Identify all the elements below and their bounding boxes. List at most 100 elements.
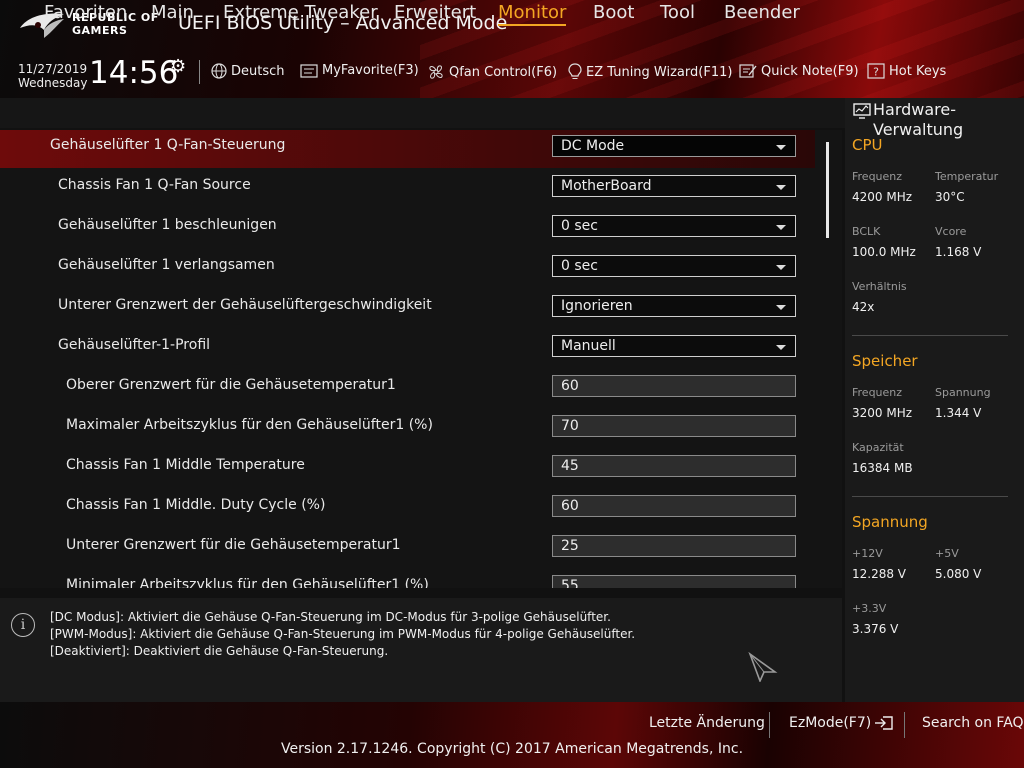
- mem-volt-value: 1.344 V: [935, 406, 982, 420]
- lower-temp-input[interactable]: 25: [552, 535, 796, 557]
- setting-label: Chassis Fan 1 Middle Temperature: [66, 457, 305, 473]
- tab-boot[interactable]: Boot: [593, 2, 634, 23]
- help-line-pwm: [PWM-Modus]: Aktiviert die Gehäuse Q-Fan…: [50, 627, 636, 641]
- voltage-heading: Spannung: [852, 513, 928, 531]
- v5-label: +5V: [935, 547, 959, 560]
- setting-label: Gehäuselüfter 1 beschleunigen: [58, 217, 277, 233]
- middle-temp-input[interactable]: 45: [552, 455, 796, 477]
- question-box-icon: ?: [867, 63, 885, 79]
- setting-row-fan-step-down[interactable]: Gehäuselüfter 1 verlangsamen 0 sec: [0, 250, 815, 288]
- middle-duty-input[interactable]: 60: [552, 495, 796, 517]
- date-display: 11/27/2019 Wednesday: [18, 62, 87, 90]
- tab-erweitert[interactable]: Erweitert: [394, 2, 476, 23]
- v5-value: 5.080 V: [935, 567, 982, 581]
- cpu-freq-label: Frequenz: [852, 170, 903, 183]
- brand-line-2: GAMERS: [72, 24, 128, 37]
- fan-speed-low-limit-dropdown[interactable]: Ignorieren: [552, 295, 796, 317]
- weekday: Wednesday: [18, 76, 88, 90]
- dropdown-value: 0 sec: [561, 218, 598, 234]
- setting-label: Unterer Grenzwert für die Gehäusetempera…: [66, 537, 401, 553]
- setting-row-fan-step-up[interactable]: Gehäuselüfter 1 beschleunigen 0 sec: [0, 210, 815, 248]
- mem-freq-value: 3200 MHz: [852, 406, 913, 420]
- setting-row-lower-temp[interactable]: Unterer Grenzwert für die Gehäusetempera…: [0, 530, 815, 568]
- search-faq-button[interactable]: Search on FAQ: [922, 715, 1024, 731]
- ezmode-button[interactable]: EzMode(F7): [789, 715, 894, 731]
- qfan-control-button[interactable]: Qfan Control(F6): [427, 63, 557, 81]
- myfavorite-label: MyFavorite(F3): [322, 63, 419, 78]
- globe-icon: [211, 63, 227, 79]
- bclk-value: 100.0 MHz: [852, 245, 916, 259]
- cpu-freq-value: 4200 MHz: [852, 190, 913, 204]
- fan-icon: [429, 65, 443, 79]
- copyright-text: Version 2.17.1246. Copyright (C) 2017 Am…: [280, 741, 744, 757]
- setting-row-upper-temp[interactable]: Oberer Grenzwert für die Gehäusetemperat…: [0, 370, 815, 408]
- scrollbar-thumb[interactable]: [826, 142, 829, 238]
- quick-note-label: Quick Note(F9): [761, 63, 859, 79]
- setting-row-max-duty[interactable]: Maximaler Arbeitszyklus für den Gehäusel…: [0, 410, 815, 448]
- info-icon: i: [11, 613, 35, 637]
- setting-label: Gehäuselüfter-1-Profil: [58, 337, 211, 353]
- fan-step-up-dropdown[interactable]: 0 sec: [552, 215, 796, 237]
- setting-label: Maximaler Arbeitszyklus für den Gehäusel…: [66, 417, 433, 433]
- cpu-heading: CPU: [852, 136, 883, 154]
- quick-note-button[interactable]: Quick Note(F9): [739, 63, 859, 79]
- clock: 14:56: [89, 55, 179, 91]
- cpu-temp-label: Temperatur: [935, 170, 999, 183]
- mem-capacity-value: 16384 MB: [852, 461, 913, 475]
- ratio-label: Verhältnis: [852, 280, 907, 293]
- ez-tuning-button[interactable]: EZ Tuning Wizard(F11): [568, 63, 732, 81]
- hot-keys-button[interactable]: ? Hot Keys: [867, 63, 946, 79]
- dropdown-value: Ignorieren: [561, 298, 633, 314]
- qfan-label: Qfan Control(F6): [449, 64, 558, 80]
- setting-row-middle-duty[interactable]: Chassis Fan 1 Middle. Duty Cycle (%) 60: [0, 490, 815, 528]
- tab-main[interactable]: Main: [151, 2, 194, 23]
- settings-panel: Gehäuselüfter 1 Q-Fan-Steuerung DC Mode …: [0, 130, 842, 588]
- v33-value: 3.376 V: [852, 622, 899, 636]
- bclk-label: BCLK: [852, 225, 881, 238]
- exit-arrow-icon: [875, 716, 893, 730]
- v33-label: +3.3V: [852, 602, 887, 615]
- divider: [852, 335, 1008, 336]
- v12-value: 12.288 V: [852, 567, 907, 581]
- help-line-dc: [DC Modus]: Aktiviert die Gehäuse Q-Fan-…: [50, 610, 611, 624]
- cpu-temp-value: 30°C: [935, 190, 965, 204]
- min-duty-input[interactable]: 55: [552, 575, 796, 588]
- setting-row-qfan-source[interactable]: Chassis Fan 1 Q-Fan Source MotherBoard: [0, 170, 815, 208]
- setting-label: Chassis Fan 1 Q-Fan Source: [58, 177, 251, 193]
- last-change-button[interactable]: Letzte Änderung: [649, 715, 765, 731]
- tab-beender[interactable]: Beender: [724, 2, 800, 23]
- language-label: Deutsch: [231, 63, 285, 79]
- vcore-label: Vcore: [935, 225, 967, 238]
- tab-tool[interactable]: Tool: [660, 2, 695, 23]
- tab-extreme-tweaker[interactable]: Extreme Tweaker: [223, 2, 378, 23]
- setting-row-min-duty[interactable]: Minimaler Arbeitszyklus für den Gehäusel…: [0, 570, 815, 588]
- dropdown-arrow-icon: [776, 305, 786, 310]
- divider: [904, 712, 905, 738]
- gear-icon[interactable]: ⚙: [170, 56, 186, 77]
- dropdown-arrow-icon: [776, 225, 786, 230]
- setting-label: Unterer Grenzwert der Gehäuselüftergesch…: [58, 297, 432, 313]
- setting-row-fan-profile[interactable]: Gehäuselüfter-1-Profil Manuell: [0, 330, 815, 368]
- qfan-control-dropdown[interactable]: DC Mode: [552, 135, 796, 157]
- tab-monitor[interactable]: Monitor: [498, 2, 567, 26]
- upper-temp-input[interactable]: 60: [552, 375, 796, 397]
- hot-keys-label: Hot Keys: [889, 63, 947, 79]
- tab-favoriten[interactable]: Favoriten: [44, 2, 127, 23]
- divider: [852, 496, 1008, 497]
- note-icon: [739, 64, 757, 78]
- mem-volt-label: Spannung: [935, 386, 991, 399]
- dropdown-arrow-icon: [776, 185, 786, 190]
- mouse-cursor-icon: [748, 652, 778, 682]
- max-duty-input[interactable]: 70: [552, 415, 796, 437]
- date: 11/27/2019: [18, 62, 88, 76]
- language-button[interactable]: Deutsch: [211, 63, 285, 79]
- myfavorite-button[interactable]: MyFavorite(F3): [300, 63, 419, 78]
- setting-row-middle-temp[interactable]: Chassis Fan 1 Middle Temperature 45: [0, 450, 815, 488]
- qfan-source-dropdown[interactable]: MotherBoard: [552, 175, 796, 197]
- mem-freq-label: Frequenz: [852, 386, 903, 399]
- fan-step-down-dropdown[interactable]: 0 sec: [552, 255, 796, 277]
- fan-profile-dropdown[interactable]: Manuell: [552, 335, 796, 357]
- setting-row-fan-speed-low-limit[interactable]: Unterer Grenzwert der Gehäuselüftergesch…: [0, 290, 815, 328]
- setting-row-qfan-control[interactable]: Gehäuselüfter 1 Q-Fan-Steuerung DC Mode: [0, 130, 815, 168]
- divider: [199, 60, 200, 84]
